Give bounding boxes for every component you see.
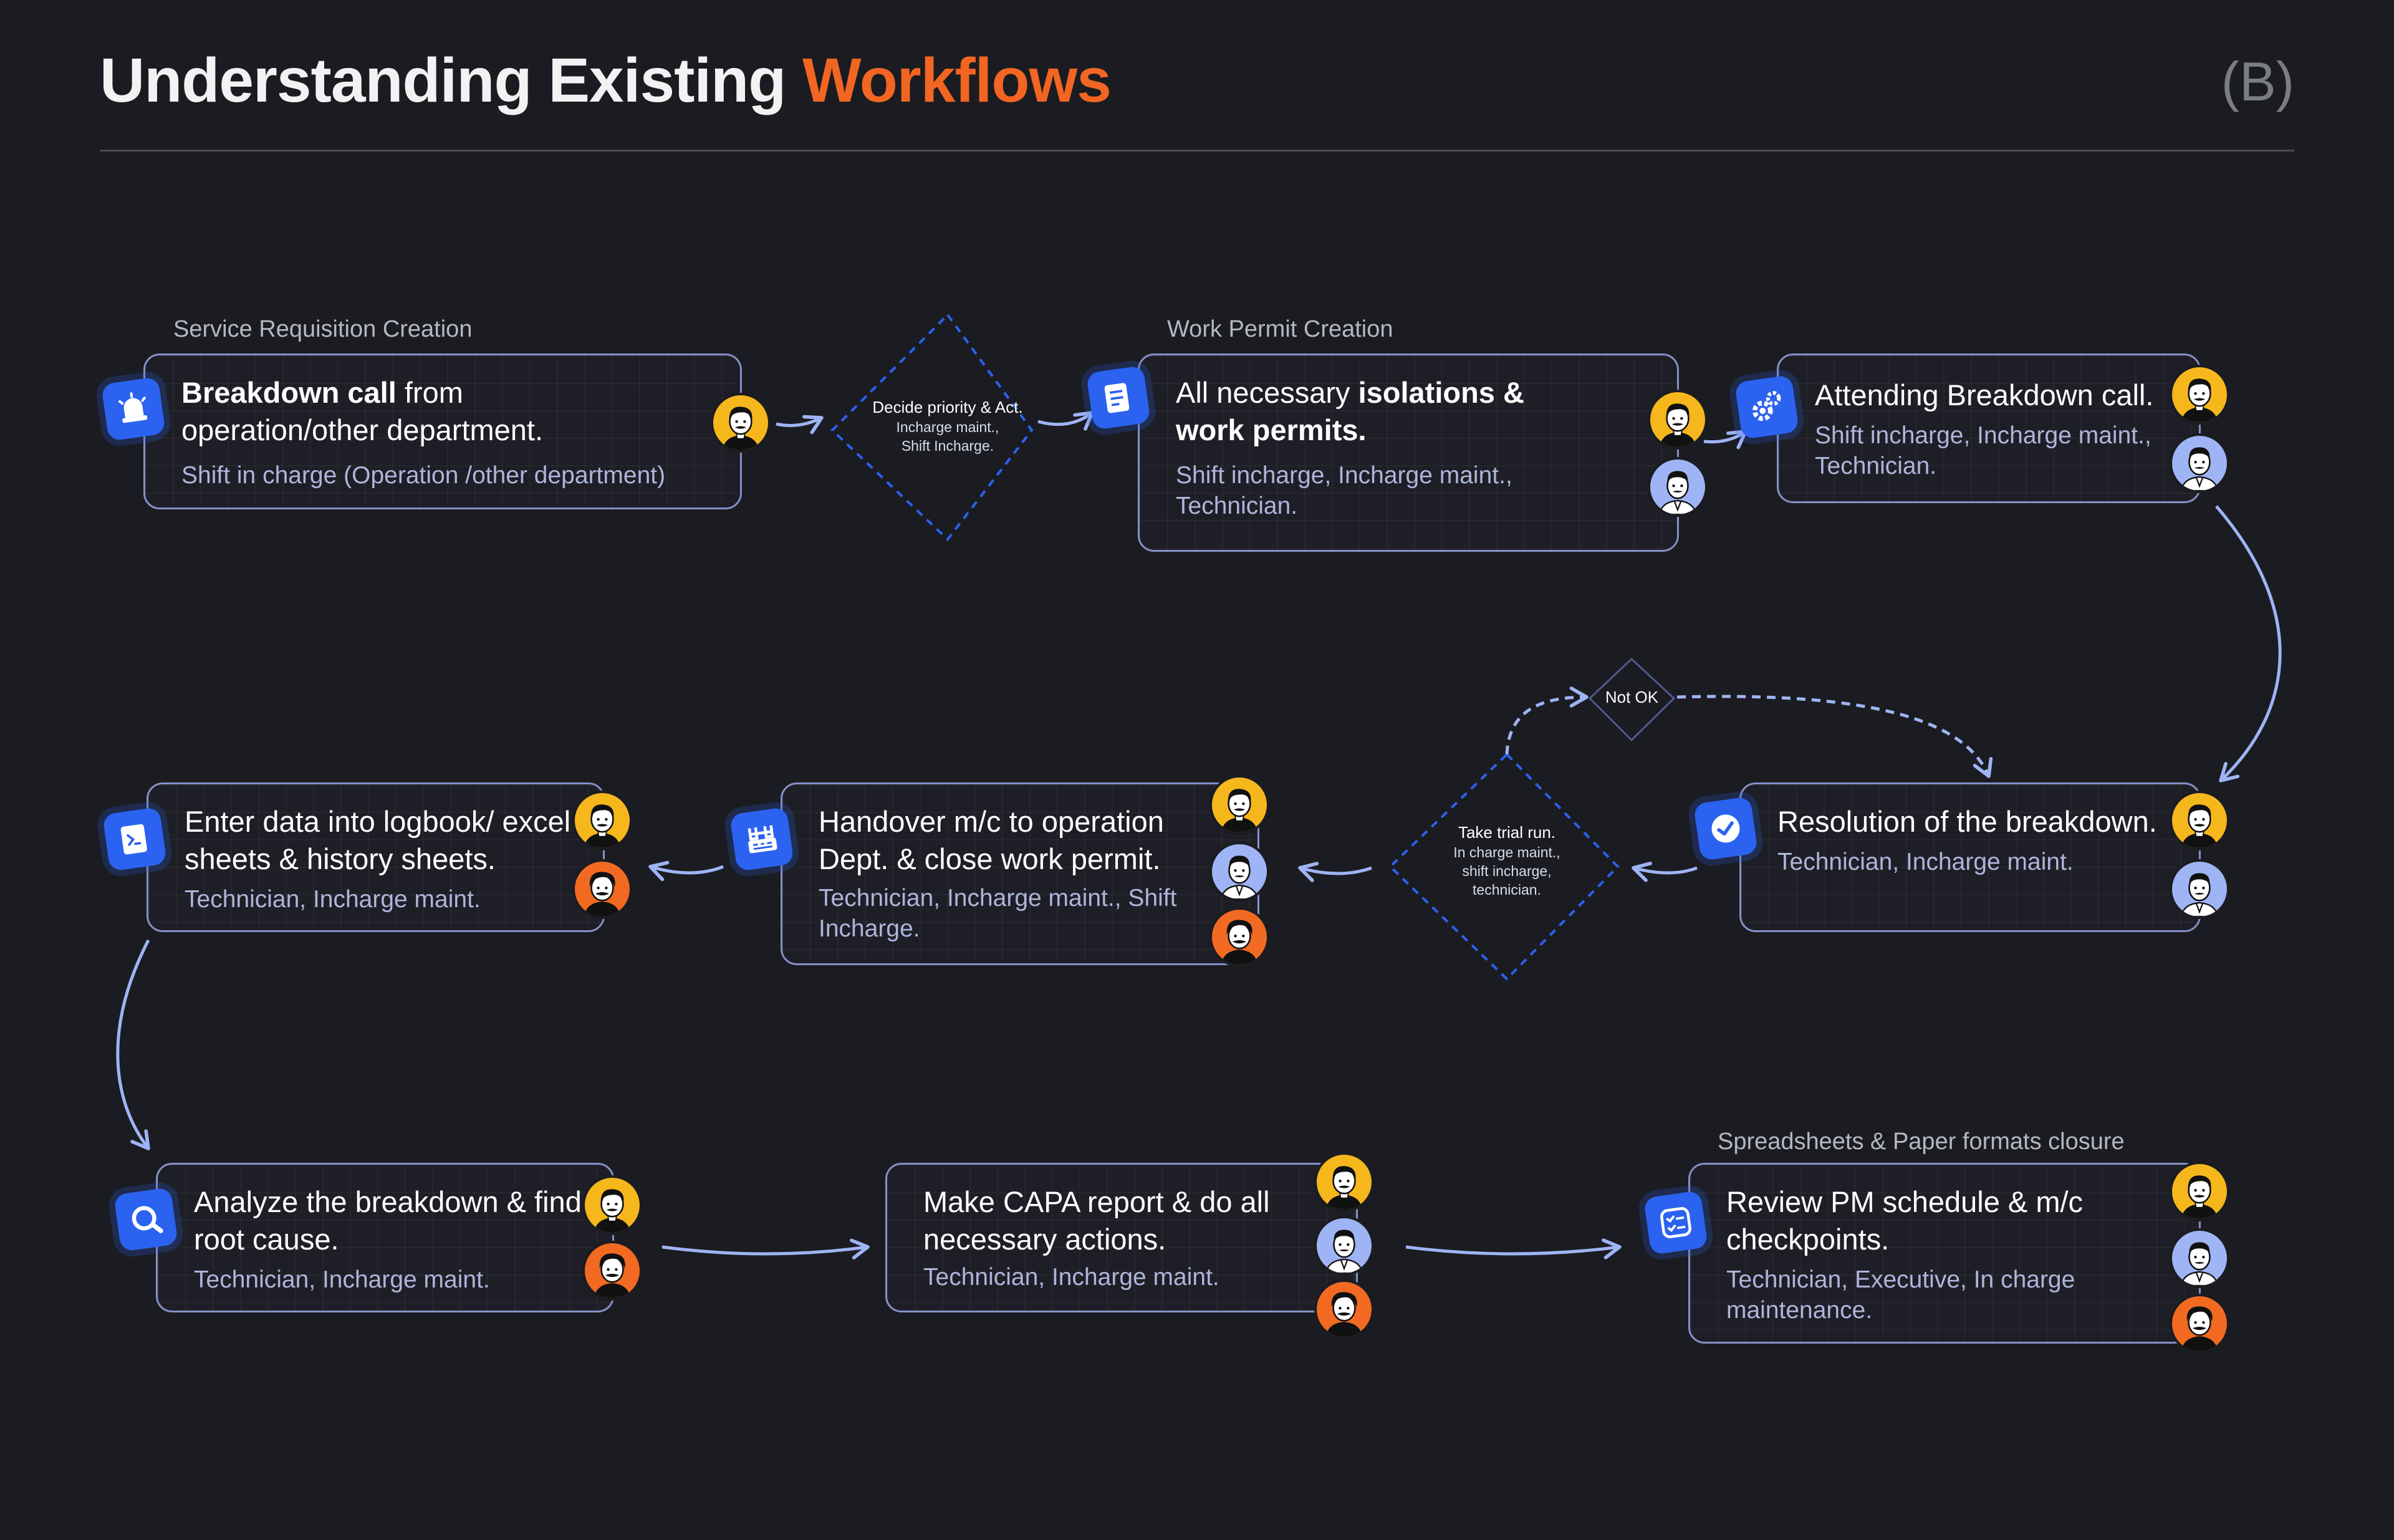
arrow-logbook-to-analyze [116,939,150,1150]
step-breakdown-call: Breakdown call from operation/other depa… [143,354,742,509]
handover-title: Handover m/c to operation Dept. & close … [819,805,1164,875]
label-service-requisition: Service Requisition Creation [173,316,473,342]
avatar [1209,775,1269,835]
decide-title: Decide priority & Act. [872,398,1023,416]
avatar [2170,1162,2229,1221]
logbook-roles: Technician, Incharge maint. [185,886,481,913]
resolution-title: Resolution of the breakdown. [1777,805,2157,838]
avatar [572,791,632,850]
machine-icon [729,807,794,872]
trial-role-2: shift incharge, [1462,863,1552,879]
trial-title: Take trial run. [1458,823,1556,842]
decide-decision: Decide priority & Act. Incharge maint., … [848,397,1047,455]
decide-role-2: Shift Incharge. [901,438,994,454]
avatar [1209,907,1269,967]
attending-title: Attending Breakdown call. [1815,378,2154,411]
not-ok-label: Not OK [1605,688,1659,706]
step-capa: Make CAPA report & do all necessary acti… [885,1163,1358,1312]
capa-title: Make CAPA report & do all necessary acti… [923,1185,1270,1256]
label-spreadsheets-closure: Spreadsheets & Paper formats closure [1718,1129,2125,1155]
avatar [2170,365,2229,425]
arrow-permit-to-attending [1703,430,1747,450]
review-roles: Technician, Executive, In charge mainten… [1726,1266,2075,1324]
handover-roles: Technician, Incharge maint., Shift Incha… [819,885,1177,942]
avatar [2170,791,2229,850]
trial-role-3: technician. [1473,882,1541,898]
gears-icon [1734,375,1799,440]
check-icon [1693,796,1758,861]
step-attending: Attending Breakdown call. Shift incharge… [1777,354,2201,503]
arrow-trial-not-ok [1505,686,1589,755]
arrow-resolution-to-trial [1632,861,1698,882]
logbook-icon [102,807,167,872]
arrow-trial-to-handover [1298,862,1372,882]
step-work-permits: All necessary isolations & work permits.… [1138,354,1679,552]
step-review: Review PM schedule & m/c checkpoints. Te… [1688,1163,2201,1344]
review-title: Review PM schedule & m/c checkpoints. [1726,1185,2084,1256]
analyze-roles: Technician, Incharge maint. [194,1266,490,1293]
logbook-title: Enter data into logbook/ excel sheets & … [185,805,571,875]
step-handover: Handover m/c to operation Dept. & close … [781,782,1259,965]
arrow-capa-to-review [1405,1238,1622,1259]
avatar [1648,457,1708,517]
arrow-handover-to-logbook [648,860,724,882]
step-analyze: Analyze the breakdown & find root cause.… [156,1163,614,1312]
avatar [1314,1216,1374,1276]
checklist-icon [1643,1190,1708,1255]
attending-roles: Shift incharge, Incharge maint., Technic… [1815,422,2151,479]
arrow-breakdown-to-decide [776,415,824,435]
label-work-permit: Work Permit Creation [1167,316,1393,342]
document-icon [1086,365,1151,430]
work-permits-title: All necessary isolations & work permits. [1176,376,1524,446]
arrow-not-ok-to-resolution [1676,695,1993,778]
breakdown-call-title: Breakdown call from operation/other depa… [181,376,544,446]
avatar [2170,1228,2229,1288]
resolution-roles: Technician, Incharge maint. [1777,849,2074,875]
avatar [582,1175,642,1235]
avatar [2170,433,2229,493]
avatar [1648,390,1708,450]
avatar [1314,1152,1374,1212]
work-permits-roles: Shift incharge, Incharge maint., Technic… [1176,462,1512,519]
trial-decision: Take trial run. In charge maint., shift … [1407,822,1607,899]
analyze-title: Analyze the breakdown & find root cause. [194,1185,582,1256]
avatar [572,859,632,919]
step-logbook: Enter data into logbook/ excel sheets & … [147,782,605,932]
trial-role-1: In charge maint., [1453,844,1560,860]
avatar [1314,1279,1374,1339]
capa-roles: Technician, Incharge maint. [923,1264,1219,1291]
avatar [2170,859,2229,919]
breakdown-call-roles: Shift in charge (Operation /other depart… [181,462,666,489]
arrow-attending-to-resolution [2215,505,2282,782]
step-resolution: Resolution of the breakdown. Technician,… [1739,782,2201,932]
avatar [582,1241,642,1301]
alarm-icon [101,377,166,441]
search-icon [113,1187,178,1252]
avatar [711,393,771,453]
avatar [2170,1294,2229,1354]
arrow-analyze-to-capa [661,1238,870,1259]
decide-role-1: Incharge maint., [896,419,999,435]
avatar [1209,842,1269,902]
